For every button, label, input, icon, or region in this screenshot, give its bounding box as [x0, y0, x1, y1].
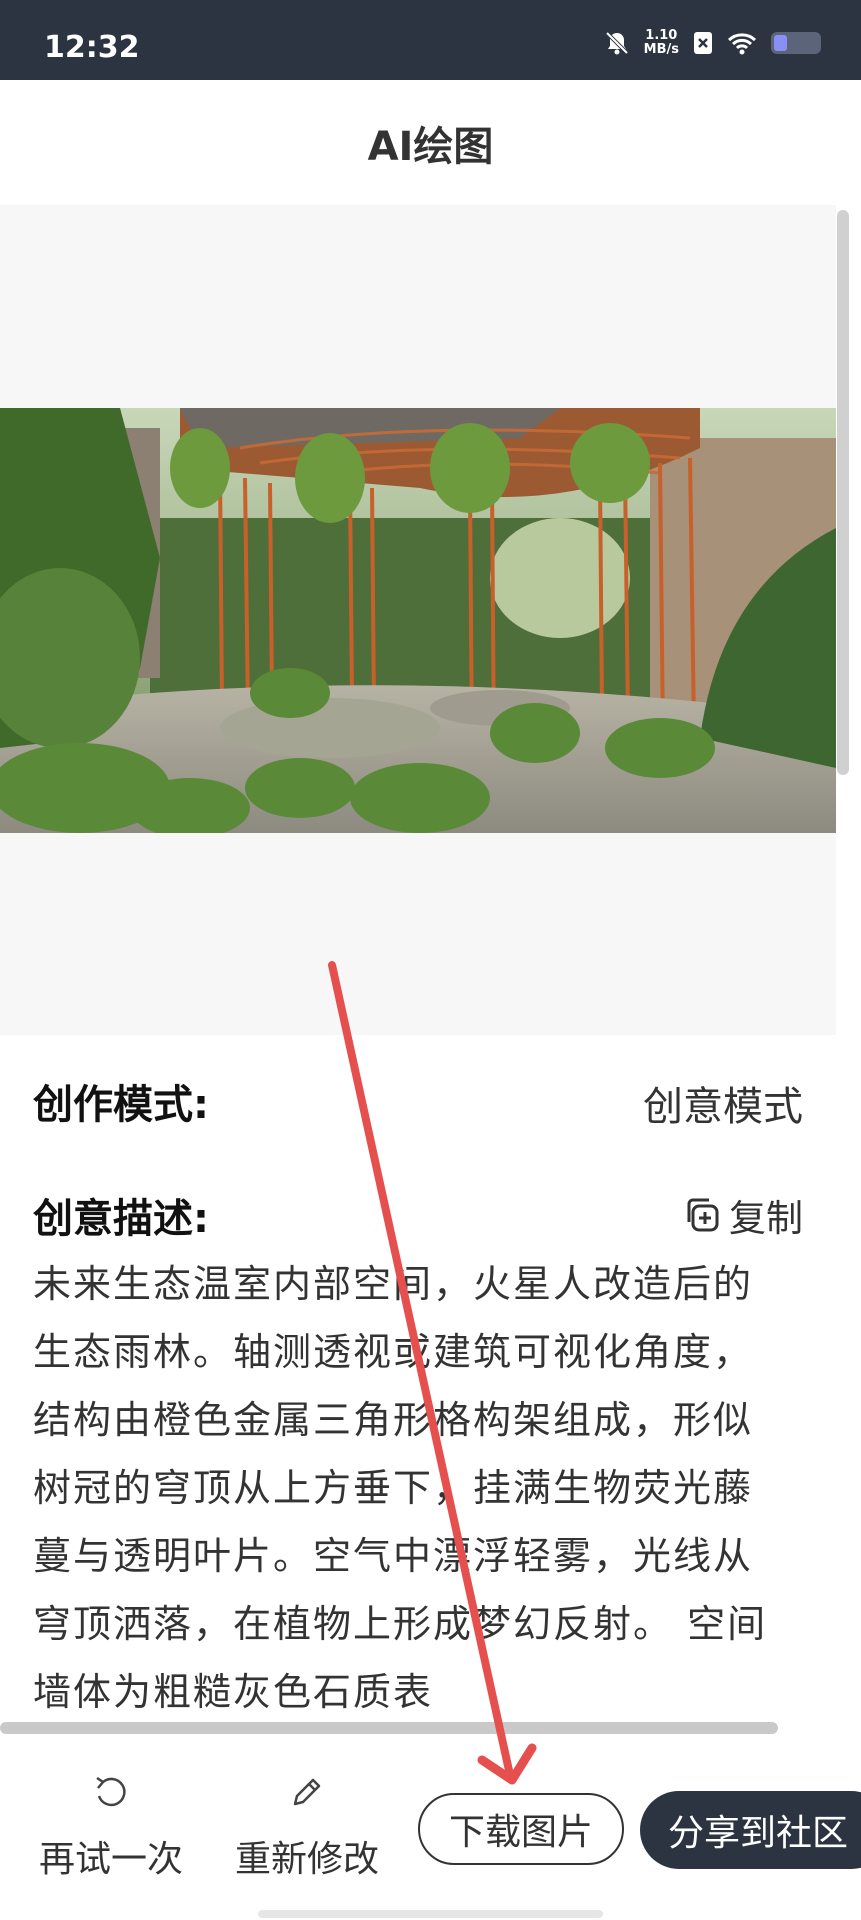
battery-icon — [771, 32, 821, 54]
net-speed: 1.10 MB/s — [643, 28, 679, 57]
sim-x-icon — [694, 32, 712, 54]
copy-icon — [687, 1198, 719, 1232]
page-title: AI绘图 — [367, 123, 494, 170]
vertical-scrollbar[interactable] — [837, 210, 849, 775]
copy-button[interactable]: 复制 — [683, 1188, 803, 1242]
download-image-button[interactable]: 下载图片 — [418, 1793, 624, 1865]
home-indicator[interactable] — [258, 1910, 603, 1918]
creation-mode-value: 创意模式 — [643, 1084, 803, 1130]
edit-label: 重新修改 — [234, 1839, 379, 1880]
share-to-community-button[interactable]: 分享到社区 — [640, 1791, 861, 1869]
app-header: AI绘图 — [0, 80, 861, 205]
creation-mode-label: 创作模式: — [33, 1082, 209, 1128]
pencil-icon — [293, 1778, 321, 1806]
bell-muted-icon — [605, 31, 629, 55]
retry-label: 再试一次 — [38, 1839, 183, 1880]
horizontal-scrollbar[interactable] — [0, 1722, 778, 1734]
description-label: 创意描述: — [33, 1196, 209, 1242]
edit-button[interactable]: 重新修改 — [232, 1772, 382, 1882]
wifi-icon — [727, 33, 757, 55]
status-time: 12:32 — [44, 30, 140, 65]
generated-garden-image[interactable] — [0, 408, 836, 833]
creative-description-text: 未来生态温室内部空间，火星人改造后的生态雨林。轴测透视或建筑可视化角度，结构由橙… — [33, 1262, 768, 1714]
copy-label: 复制 — [729, 1197, 803, 1240]
garden-illustration — [0, 408, 836, 833]
battery-level-fill — [774, 35, 787, 51]
retry-button[interactable]: 再试一次 — [36, 1772, 186, 1882]
refresh-icon — [96, 1776, 126, 1807]
status-icons: 1.10 MB/s — [604, 26, 821, 60]
status-bar: 12:32 1.10 MB/s — [0, 0, 861, 80]
share-label: 分享到社区 — [668, 1813, 849, 1854]
